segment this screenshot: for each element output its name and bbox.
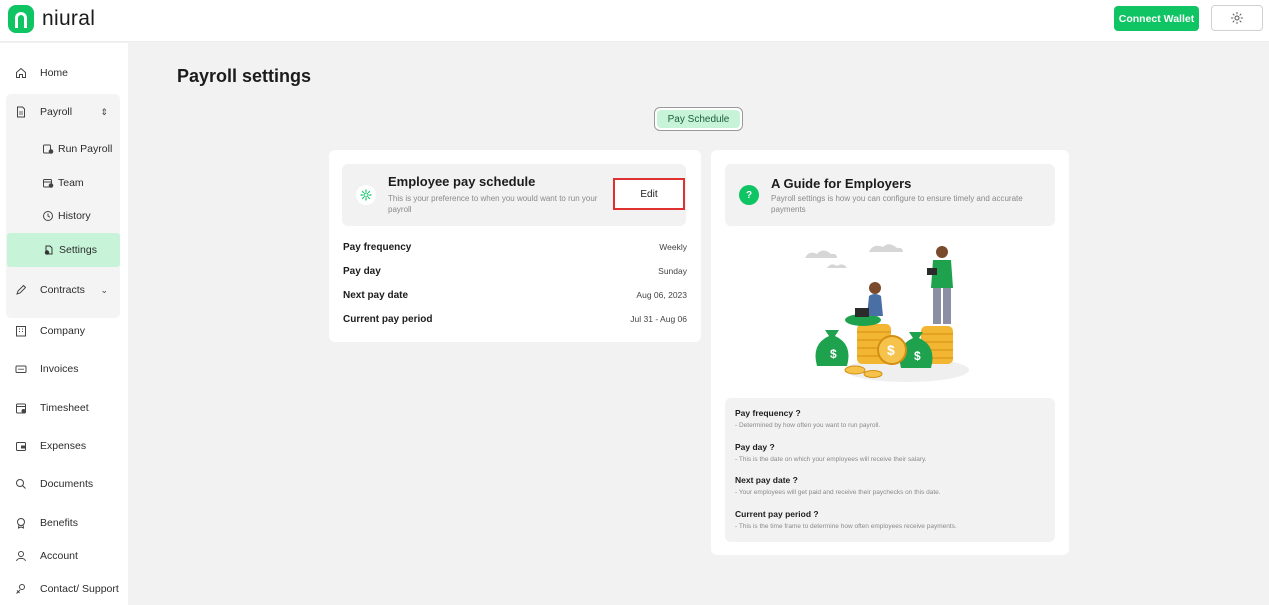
sidebar-item-history[interactable]: History bbox=[6, 199, 120, 232]
sidebar-item-label: Company bbox=[40, 325, 85, 337]
sidebar-item-label: Settings bbox=[59, 244, 97, 256]
faq-answer: - This is the time frame to determine ho… bbox=[735, 523, 957, 530]
sidebar-item-label: Payroll bbox=[40, 106, 73, 118]
row-value: Aug 06, 2023 bbox=[636, 290, 687, 300]
guide-header: ? A Guide for Employers Payroll settings… bbox=[725, 164, 1055, 226]
sun-icon bbox=[1231, 12, 1243, 24]
sidebar-item-documents[interactable]: Documents bbox=[6, 469, 120, 499]
row-label: Pay day bbox=[343, 266, 381, 277]
logo[interactable]: niural bbox=[8, 5, 95, 33]
row-label: Next pay date bbox=[343, 290, 409, 301]
faq-question: Current pay period ? bbox=[735, 509, 819, 519]
sidebar-item-timesheet[interactable]: Timesheet bbox=[6, 393, 120, 423]
niural-logo-icon bbox=[8, 5, 34, 33]
logo-text: niural bbox=[42, 7, 96, 30]
wallet-icon bbox=[15, 440, 27, 452]
team-icon bbox=[42, 177, 54, 189]
faq-answer: - This is the date on which your employe… bbox=[735, 456, 927, 463]
sidebar-item-invoices[interactable]: Invoices bbox=[6, 354, 120, 384]
search-icon bbox=[15, 478, 27, 490]
sidebar-item-label: Contracts bbox=[40, 284, 85, 296]
pay-schedule-header: Employee pay schedule This is your prefe… bbox=[342, 164, 686, 226]
sidebar-item-payroll[interactable]: Payroll ⇕ bbox=[6, 97, 120, 127]
sidebar-item-settings[interactable]: Settings bbox=[7, 233, 120, 267]
sidebar-item-label: Team bbox=[58, 176, 84, 189]
chevron-down-icon: ⌄ bbox=[100, 284, 108, 295]
building-icon bbox=[15, 325, 27, 337]
sidebar-item-label: Account bbox=[40, 550, 78, 562]
sidebar-item-contact-support[interactable]: Contact/ Support bbox=[6, 574, 120, 604]
svg-text:$: $ bbox=[914, 349, 921, 363]
tab-pay-schedule[interactable]: Pay Schedule bbox=[657, 110, 740, 128]
support-icon bbox=[15, 583, 27, 595]
row-label: Current pay period bbox=[343, 314, 433, 325]
pen-icon bbox=[15, 284, 27, 296]
row-value: Sunday bbox=[658, 266, 687, 276]
chevron-up-down-icon: ⇕ bbox=[100, 106, 108, 117]
faq-answer: - Determined by how often you want to ru… bbox=[735, 422, 881, 429]
settings-icon bbox=[43, 244, 55, 256]
gear-icon bbox=[356, 185, 376, 205]
guide-title: A Guide for Employers bbox=[771, 176, 912, 191]
row-next-pay-date: Next pay date Aug 06, 2023 bbox=[343, 290, 687, 304]
faq-answer: - Your employees will get paid and recei… bbox=[735, 489, 941, 496]
row-label: Pay frequency bbox=[343, 242, 412, 253]
top-bar: niural Connect Wallet bbox=[0, 0, 1269, 42]
sidebar-item-label: Benefits bbox=[40, 517, 78, 529]
faq-question: Pay day ? bbox=[735, 442, 775, 452]
sidebar-item-label: History bbox=[58, 209, 91, 222]
sidebar-item-benefits[interactable]: Benefits bbox=[6, 508, 120, 538]
svg-text:$: $ bbox=[830, 347, 837, 361]
medal-icon bbox=[15, 517, 27, 529]
ticket-icon bbox=[15, 363, 27, 375]
sidebar: Home Payroll ⇕ Run Payroll Team History … bbox=[0, 43, 128, 605]
pay-schedule-title: Employee pay schedule bbox=[388, 174, 536, 189]
connect-wallet-button[interactable]: Connect Wallet bbox=[1114, 6, 1199, 31]
sidebar-item-label: Contact/ Support bbox=[40, 583, 119, 595]
pay-schedule-card: Employee pay schedule This is your prefe… bbox=[329, 150, 701, 342]
sidebar-item-label: Invoices bbox=[40, 363, 79, 375]
sidebar-item-run-payroll[interactable]: Run Payroll bbox=[6, 132, 120, 165]
row-pay-frequency: Pay frequency Weekly bbox=[343, 242, 687, 256]
sidebar-item-expenses[interactable]: Expenses bbox=[6, 431, 120, 461]
user-icon bbox=[15, 550, 27, 562]
guide-card: ? A Guide for Employers Payroll settings… bbox=[711, 150, 1069, 555]
sidebar-item-contracts[interactable]: Contracts ⌄ bbox=[6, 275, 120, 305]
history-icon bbox=[42, 210, 54, 222]
row-value: Jul 31 - Aug 06 bbox=[630, 314, 687, 324]
svg-text:$: $ bbox=[887, 342, 895, 358]
faq-question: Next pay date ? bbox=[735, 475, 798, 485]
sidebar-item-team[interactable]: Team bbox=[6, 166, 120, 199]
sidebar-item-company[interactable]: Company bbox=[6, 316, 120, 346]
calendar-icon bbox=[15, 402, 27, 414]
help-icon: ? bbox=[739, 185, 759, 205]
run-payroll-icon bbox=[42, 143, 54, 155]
sidebar-item-label: Documents bbox=[40, 478, 94, 490]
sidebar-item-label: Expenses bbox=[40, 440, 87, 452]
theme-toggle-button[interactable] bbox=[1211, 5, 1263, 31]
payroll-illustration: $ $ $ bbox=[805, 244, 969, 382]
row-pay-day: Pay day Sunday bbox=[343, 266, 687, 280]
sidebar-item-label: Timesheet bbox=[40, 402, 89, 414]
row-current-pay-period: Current pay period Jul 31 - Aug 06 bbox=[343, 314, 687, 328]
sidebar-item-label: Run Payroll bbox=[58, 142, 113, 155]
row-value: Weekly bbox=[659, 242, 687, 252]
document-icon bbox=[15, 106, 27, 118]
edit-button[interactable]: Edit bbox=[613, 178, 685, 210]
sidebar-item-label: Home bbox=[40, 67, 69, 79]
faq-question: Pay frequency ? bbox=[735, 408, 801, 418]
faq-panel: Pay frequency ? - Determined by how ofte… bbox=[725, 398, 1055, 542]
sidebar-item-account[interactable]: Account bbox=[6, 541, 120, 571]
home-icon bbox=[15, 67, 27, 79]
guide-description: Payroll settings is how you can configur… bbox=[771, 194, 1023, 214]
sidebar-item-home[interactable]: Home bbox=[6, 58, 120, 88]
pay-schedule-description: This is your preference to when you woul… bbox=[388, 194, 598, 214]
tab-bar: Pay Schedule bbox=[654, 107, 743, 131]
page-title: Payroll settings bbox=[177, 66, 312, 86]
